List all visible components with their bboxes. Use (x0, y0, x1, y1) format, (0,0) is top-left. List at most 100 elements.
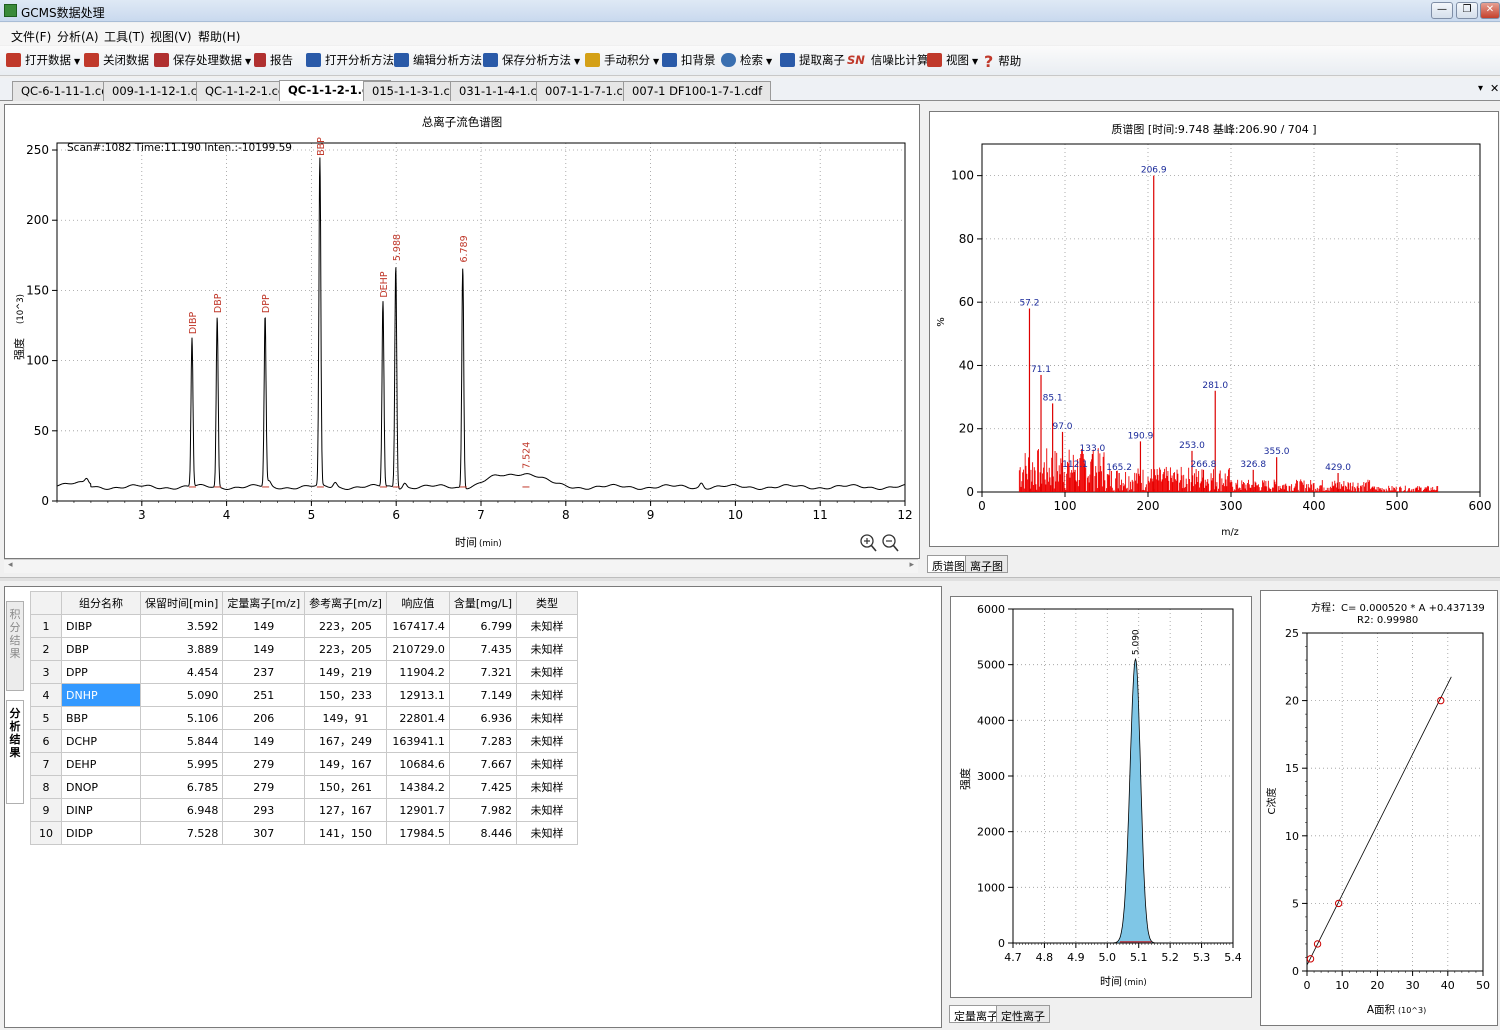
tab-integration-results[interactable]: 积分结果 (6, 601, 24, 691)
help-button[interactable]: ? 帮助 (984, 52, 1021, 71)
content-cell[interactable]: 6.936 (448, 706, 518, 730)
col-header-quant-ion[interactable]: 定量离子[m/z] (222, 591, 306, 615)
row-index-cell[interactable]: 3 (30, 660, 62, 684)
row-index-cell[interactable]: 7 (30, 752, 62, 776)
content-cell[interactable]: 7.321 (448, 660, 518, 684)
restore-button[interactable]: ❐ (1456, 2, 1478, 19)
table-row[interactable]: 9 DINP 6.948 293 127，167 12901.7 7.982 未知样 (30, 798, 579, 822)
tab-list-dropdown[interactable]: ▾ (1478, 83, 1483, 94)
col-header-response[interactable]: 响应值 (385, 591, 450, 615)
tab-analysis-results[interactable]: 分析结果 (6, 700, 24, 804)
ref-ion-cell[interactable]: 127，167 (304, 798, 387, 822)
table-row[interactable]: 2 DBP 3.889 149 223，205 210729.0 7.435 未知样 (30, 637, 579, 661)
component-name-cell[interactable]: DCHP (61, 729, 141, 753)
retention-time-cell[interactable]: 6.948 (139, 798, 224, 822)
menu-help[interactable]: 帮助(H) (198, 28, 240, 45)
sample-type-cell[interactable]: 未知样 (516, 683, 579, 707)
table-row[interactable]: 5 BBP 5.106 206 149，91 22801.4 6.936 未知样 (30, 706, 579, 730)
response-cell[interactable]: 22801.4 (385, 706, 450, 730)
quant-ion-cell[interactable]: 149 (222, 729, 306, 753)
col-header-type[interactable]: 类型 (516, 591, 579, 615)
quant-ion-cell[interactable]: 293 (222, 798, 306, 822)
quant-ion-cell[interactable]: 149 (222, 614, 306, 638)
row-index-cell[interactable]: 8 (30, 775, 62, 799)
row-index-cell[interactable]: 2 (30, 637, 62, 661)
quant-ion-cell[interactable]: 149 (222, 637, 306, 661)
sample-type-cell[interactable]: 未知样 (516, 775, 579, 799)
report-button[interactable]: 报告 (254, 52, 293, 70)
close-window-button[interactable]: ✕ (1480, 2, 1500, 19)
sample-type-cell[interactable]: 未知样 (516, 637, 579, 661)
manual-integration-button[interactable]: 手动积分 ▼ (585, 52, 659, 70)
quant-ion-cell[interactable]: 279 (222, 775, 306, 799)
ref-ion-cell[interactable]: 150，261 (304, 775, 387, 799)
save-processed-data-button[interactable]: 保存处理数据 ▼ (154, 52, 251, 70)
tic-horizontal-scrollbar[interactable]: ◂ ▸ (4, 559, 918, 573)
quant-ion-cell[interactable]: 307 (222, 821, 306, 845)
chevron-down-icon[interactable]: ▼ (766, 57, 772, 66)
save-method-button[interactable]: 保存分析方法 ▼ (483, 52, 580, 70)
component-name-cell[interactable]: DNHP (61, 683, 141, 707)
content-cell[interactable]: 6.799 (448, 614, 518, 638)
content-cell[interactable]: 7.667 (448, 752, 518, 776)
col-header-retention[interactable]: 保留时间[min] (139, 591, 224, 615)
calibration-chart[interactable]: 方程：C= 0.000520 * A +0.437139 R2: 0.99980… (1261, 591, 1497, 1025)
col-header-ref-ion[interactable]: 参考离子[m/z] (304, 591, 387, 615)
retention-time-cell[interactable]: 3.889 (139, 637, 224, 661)
tab-mass-spectrum[interactable]: 质谱图 (927, 555, 970, 573)
extract-ion-button[interactable]: 提取离子 (780, 52, 845, 70)
col-header-content[interactable]: 含量[mg/L] (448, 591, 518, 615)
retention-time-cell[interactable]: 5.090 (139, 683, 224, 707)
chevron-down-icon[interactable]: ▼ (245, 57, 251, 66)
menu-file[interactable]: 文件(F) (11, 28, 51, 45)
component-name-cell[interactable]: DPP (61, 660, 141, 684)
chevron-down-icon[interactable]: ▼ (74, 57, 80, 66)
response-cell[interactable]: 12901.7 (385, 798, 450, 822)
content-cell[interactable]: 7.149 (448, 683, 518, 707)
component-name-cell[interactable]: DEHP (61, 752, 141, 776)
quant-ion-cell[interactable]: 237 (222, 660, 306, 684)
row-index-cell[interactable]: 6 (30, 729, 62, 753)
sn-calc-button[interactable]: SN 信噪比计算 (847, 52, 928, 70)
col-header-index[interactable] (30, 591, 62, 615)
sample-type-cell[interactable]: 未知样 (516, 706, 579, 730)
row-index-cell[interactable]: 1 (30, 614, 62, 638)
close-tab-icon[interactable]: ✕ (1490, 82, 1499, 95)
view-button[interactable]: 视图 ▼ (927, 52, 978, 70)
response-cell[interactable]: 10684.6 (385, 752, 450, 776)
chevron-down-icon[interactable]: ▼ (574, 57, 580, 66)
content-cell[interactable]: 7.982 (448, 798, 518, 822)
response-cell[interactable]: 14384.2 (385, 775, 450, 799)
response-cell[interactable]: 11904.2 (385, 660, 450, 684)
component-name-cell[interactable]: DNOP (61, 775, 141, 799)
component-name-cell[interactable]: DIDP (61, 821, 141, 845)
row-index-cell[interactable]: 10 (30, 821, 62, 845)
response-cell[interactable]: 17984.5 (385, 821, 450, 845)
retention-time-cell[interactable]: 4.454 (139, 660, 224, 684)
subtract-background-button[interactable]: 扣背景 (662, 52, 716, 70)
splitter[interactable] (0, 577, 1500, 581)
tab-007-1-df100-1-7-1[interactable]: 007-1 DF100-1-7-1.cdf (623, 81, 772, 101)
zoom-out-icon[interactable] (882, 534, 899, 552)
retention-time-cell[interactable]: 7.528 (139, 821, 224, 845)
menu-analysis[interactable]: 分析(A) (57, 28, 99, 45)
component-name-cell[interactable]: BBP (61, 706, 141, 730)
row-index-cell[interactable]: 5 (30, 706, 62, 730)
table-row[interactable]: 10 DIDP 7.528 307 141，150 17984.5 8.446 未知样 (30, 821, 579, 845)
retention-time-cell[interactable]: 5.995 (139, 752, 224, 776)
ref-ion-cell[interactable]: 223，205 (304, 637, 387, 661)
quant-ion-cell[interactable]: 206 (222, 706, 306, 730)
edit-method-button[interactable]: 编辑分析方法 (394, 52, 482, 70)
content-cell[interactable]: 7.435 (448, 637, 518, 661)
response-cell[interactable]: 163941.1 (385, 729, 450, 753)
table-row[interactable]: 6 DCHP 5.844 149 167，249 163941.1 7.283 未知样 (30, 729, 579, 753)
component-name-cell[interactable]: DINP (61, 798, 141, 822)
content-cell[interactable]: 8.446 (448, 821, 518, 845)
component-name-cell[interactable]: DBP (61, 637, 141, 661)
ref-ion-cell[interactable]: 149，167 (304, 752, 387, 776)
table-row[interactable]: 4 DNHP 5.090 251 150，233 12913.1 7.149 未知样 (30, 683, 579, 707)
ref-ion-cell[interactable]: 167，249 (304, 729, 387, 753)
scroll-left-icon[interactable]: ◂ (8, 560, 13, 570)
tic-chart[interactable]: 总离子流色谱图 Scan#:1082 Time:11.190 Inten.:-1… (5, 105, 919, 558)
open-data-button[interactable]: 打开数据 ▼ (6, 52, 80, 70)
